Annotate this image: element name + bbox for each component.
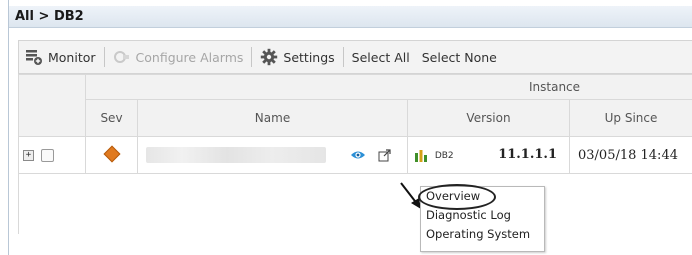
configure-alarms-button[interactable]: Configure Alarms bbox=[107, 41, 250, 73]
toolbar-divider bbox=[251, 47, 253, 67]
version-cell: DB2 11.1.1.1 bbox=[407, 136, 570, 174]
external-link-icon[interactable] bbox=[378, 148, 391, 162]
sev-column-header[interactable]: Sev bbox=[85, 99, 138, 137]
row-selector-cell: + bbox=[18, 136, 86, 174]
monitor-icon bbox=[26, 50, 42, 65]
toolbar-divider bbox=[342, 47, 344, 67]
table-empty-row bbox=[18, 173, 692, 234]
eye-icon[interactable] bbox=[350, 149, 366, 161]
expand-icon[interactable]: + bbox=[23, 150, 34, 161]
db-type-label: DB2 bbox=[434, 150, 454, 161]
row-checkbox[interactable] bbox=[40, 149, 54, 162]
settings-label: Settings bbox=[283, 49, 335, 65]
select-none-button[interactable]: Select None bbox=[416, 41, 503, 73]
breadcrumb-current: DB2 bbox=[53, 9, 84, 24]
table-row[interactable]: + DB2 11.1.1.1 03/05/18 14:44 bbox=[18, 136, 692, 174]
breadcrumb: All > DB2 bbox=[9, 6, 692, 28]
select-none-label: Select None bbox=[421, 49, 497, 65]
breadcrumb-root[interactable]: All bbox=[15, 9, 34, 24]
toolbar-divider bbox=[103, 47, 105, 67]
monitor-button[interactable]: Monitor bbox=[19, 41, 102, 73]
configure-alarms-label: Configure Alarms bbox=[135, 49, 244, 65]
version-value: 11.1.1.1 bbox=[498, 147, 557, 162]
toolbar: Monitor Configure Alarms Settings Select… bbox=[18, 40, 692, 74]
sev-cell bbox=[85, 136, 138, 174]
gear-icon bbox=[261, 48, 278, 66]
instances-table: Instance Sev Name Version Up Since + DB2… bbox=[18, 74, 692, 234]
version-column-header[interactable]: Version bbox=[407, 99, 570, 137]
up-since-column-header[interactable]: Up Since bbox=[568, 99, 692, 137]
alarm-config-icon bbox=[113, 51, 129, 63]
name-column-header[interactable]: Name bbox=[137, 99, 408, 137]
menu-item-operating-system[interactable]: Operating System bbox=[421, 225, 544, 244]
instance-group-header: Instance bbox=[84, 74, 692, 100]
menu-item-diagnostic-log[interactable]: Diagnostic Log bbox=[421, 206, 544, 225]
name-cell bbox=[137, 136, 408, 174]
menu-item-overview-label: Overview bbox=[426, 189, 481, 203]
monitor-label: Monitor bbox=[48, 49, 96, 65]
db2-icon bbox=[415, 150, 427, 162]
selector-header bbox=[18, 74, 86, 137]
select-all-label: Select All bbox=[351, 49, 410, 65]
select-all-button[interactable]: Select All bbox=[346, 41, 416, 73]
settings-button[interactable]: Settings bbox=[254, 41, 340, 73]
severity-warning-icon bbox=[103, 145, 120, 162]
breadcrumb-separator: > bbox=[38, 9, 50, 24]
up-since-cell: 03/05/18 14:44 bbox=[568, 136, 692, 174]
redacted-instance-name bbox=[146, 147, 326, 163]
context-menu: Overview Diagnostic Log Operating System bbox=[418, 184, 545, 252]
menu-item-overview[interactable]: Overview bbox=[418, 184, 544, 210]
